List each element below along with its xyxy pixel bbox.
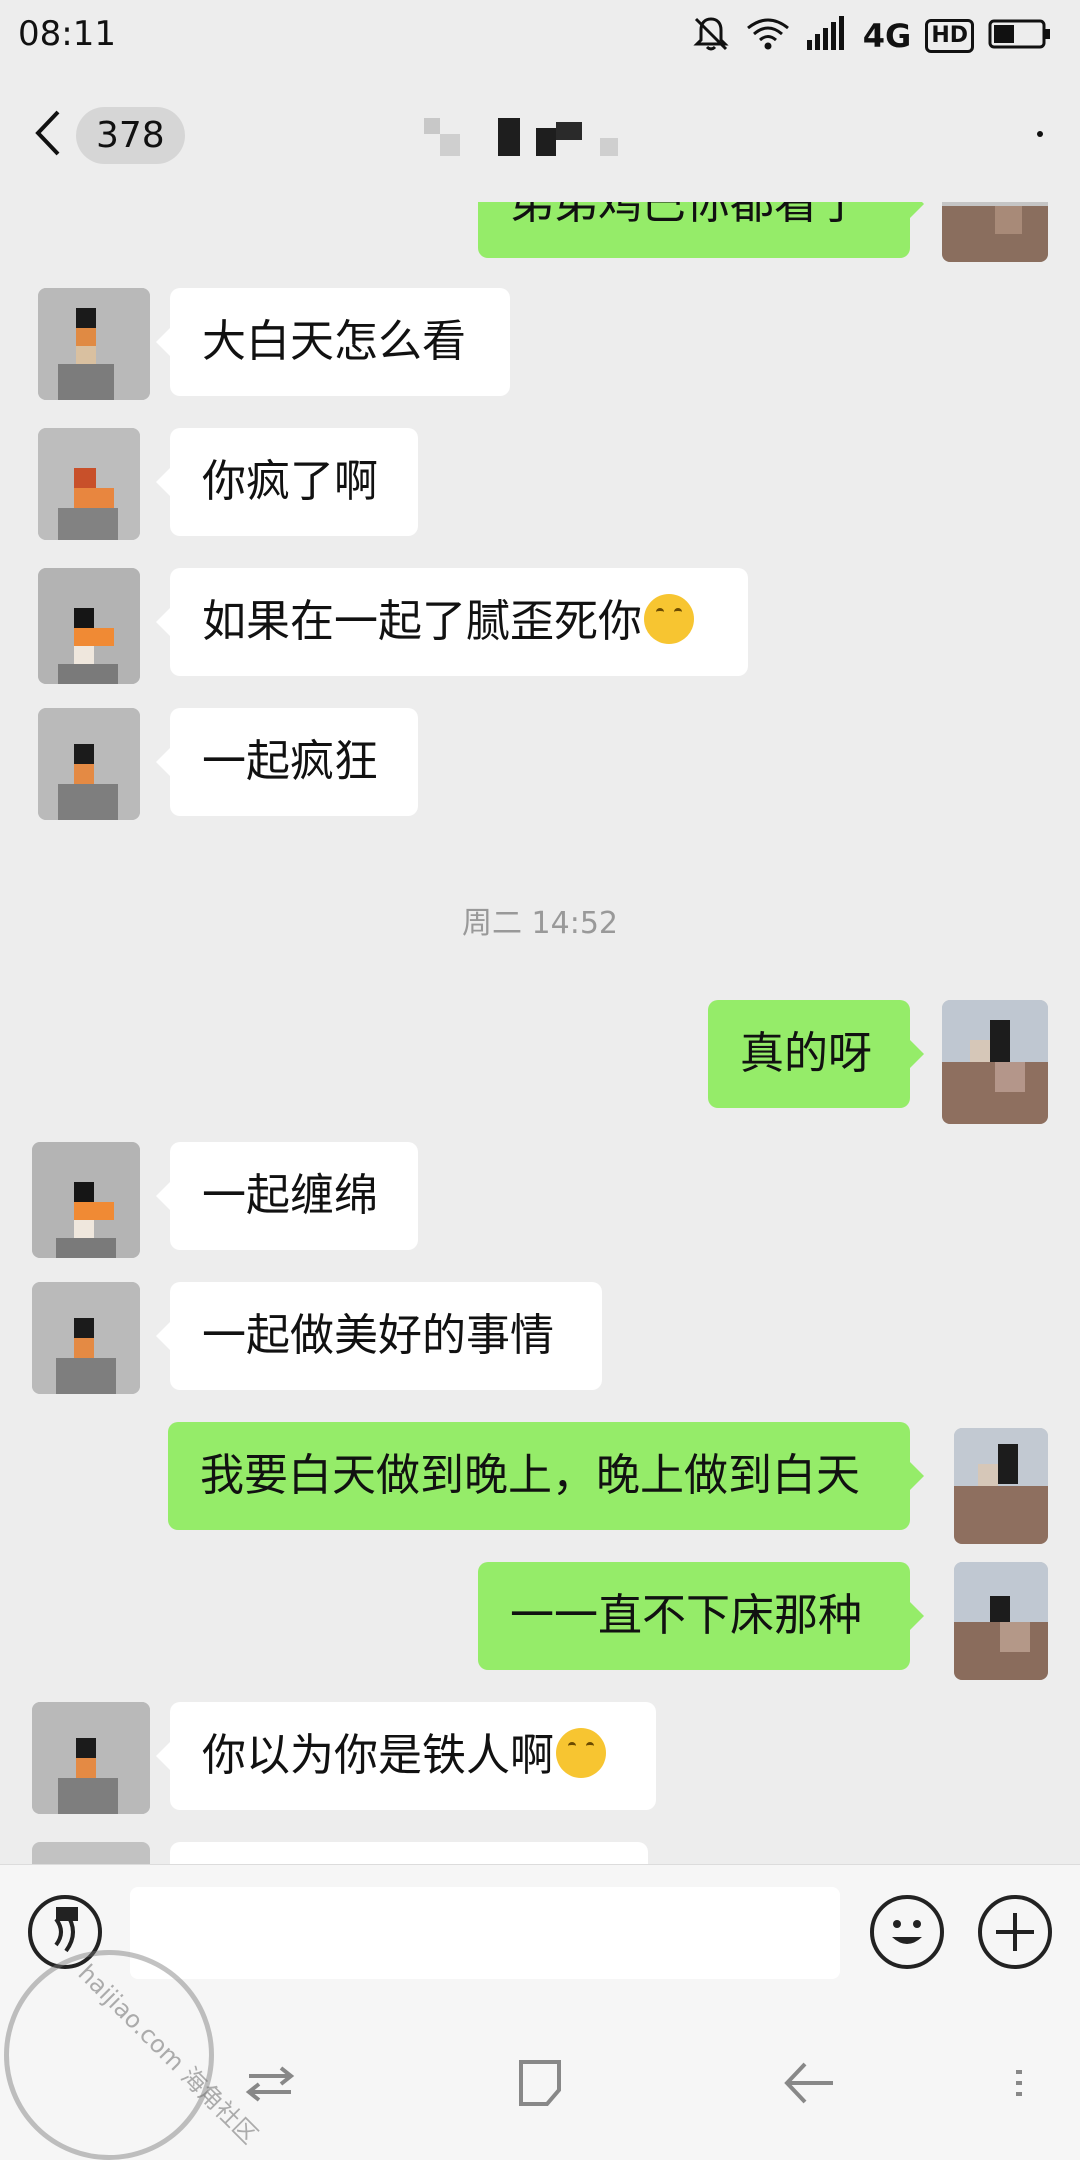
message-text: 如果在一起了腻歪死你 bbox=[202, 596, 642, 647]
message-bubble[interactable]: 一起缠绵 bbox=[156, 1142, 418, 1250]
more-button[interactable] bbox=[990, 112, 1050, 162]
chat-header: 378 bbox=[0, 72, 1080, 202]
message-bubble[interactable]: 一起疯狂 bbox=[156, 708, 418, 816]
emoji-button[interactable] bbox=[870, 1895, 944, 1969]
status-bar: 08:11 4G HD bbox=[0, 0, 1080, 72]
avatar[interactable] bbox=[942, 1000, 1048, 1124]
plus-button[interactable] bbox=[978, 1895, 1052, 1969]
hd-badge: HD bbox=[925, 19, 974, 53]
thinking-face-icon bbox=[644, 594, 694, 644]
home-square-icon bbox=[505, 2060, 575, 2122]
wifi-icon bbox=[745, 14, 791, 58]
avatar[interactable] bbox=[38, 708, 140, 820]
avatar[interactable] bbox=[942, 202, 1048, 262]
message-bubble[interactable]: 大白天怎么看 bbox=[156, 288, 510, 396]
avatar[interactable] bbox=[954, 1428, 1048, 1544]
status-icons: 4G HD bbox=[691, 12, 1052, 60]
battery-icon bbox=[988, 17, 1052, 55]
voice-button[interactable] bbox=[28, 1895, 102, 1969]
signal-icon bbox=[805, 14, 849, 58]
message-input[interactable] bbox=[130, 1887, 840, 1979]
avatar[interactable] bbox=[32, 1282, 140, 1394]
back-nav-button[interactable] bbox=[775, 2048, 845, 2118]
menu-button[interactable] bbox=[1000, 2048, 1070, 2118]
message-bubble[interactable]: 我要白天做到晚上，晚上做到白天 bbox=[168, 1422, 924, 1530]
emoji-icon bbox=[874, 1920, 940, 1969]
home-button[interactable] bbox=[505, 2048, 575, 2118]
chevron-left-icon bbox=[30, 108, 64, 162]
back-arrow-icon bbox=[775, 2062, 845, 2122]
voice-icon bbox=[32, 1907, 98, 1969]
message-bubble[interactable]: 弟弟鸡巴你都看了 bbox=[478, 202, 924, 258]
menu-icon bbox=[1000, 2070, 1040, 2122]
status-time: 08:11 bbox=[18, 14, 116, 54]
back-button[interactable]: 378 bbox=[30, 102, 185, 168]
switch-icon bbox=[235, 2066, 305, 2122]
message-timestamp: 周二 14:52 bbox=[462, 906, 618, 941]
message-list[interactable]: 弟弟鸡巴你都看了 大白天怎么看 你疯了啊 如果在一起了腻歪死你 一起疯狂 周二 … bbox=[0, 202, 1080, 1864]
switch-button[interactable] bbox=[235, 2048, 305, 2118]
thinking-face-icon bbox=[556, 1728, 606, 1778]
message-text: 你以为你是铁人啊 bbox=[202, 1730, 554, 1781]
plus-icon bbox=[982, 1913, 1048, 1969]
avatar[interactable] bbox=[954, 1562, 1048, 1680]
message-bubble[interactable]: 你以为你是铁人啊 bbox=[156, 1702, 656, 1810]
message-bubble[interactable]: 一起做美好的事情 bbox=[156, 1282, 602, 1390]
network-type: 4G bbox=[862, 17, 912, 55]
message-bubble[interactable]: 真的呀 bbox=[708, 1000, 924, 1108]
avatar[interactable] bbox=[32, 1842, 150, 1864]
message-bubble[interactable]: 如果在一起了腻歪死你 bbox=[156, 568, 748, 676]
chat-title-redacted bbox=[400, 110, 640, 166]
message-bubble[interactable]: 你疯了啊 bbox=[156, 428, 418, 536]
avatar[interactable] bbox=[38, 288, 150, 400]
avatar[interactable] bbox=[38, 428, 140, 540]
notifications-off-icon bbox=[691, 14, 731, 58]
message-bubble[interactable]: 一一直不下床那种 bbox=[478, 1562, 924, 1670]
avatar[interactable] bbox=[32, 1142, 140, 1258]
more-icon bbox=[990, 131, 1050, 166]
navigation-bar bbox=[0, 2000, 1080, 2160]
avatar[interactable] bbox=[32, 1702, 150, 1814]
input-bar bbox=[0, 1864, 1080, 2000]
unread-count-badge: 378 bbox=[76, 106, 185, 164]
avatar[interactable] bbox=[38, 568, 140, 684]
message-bubble-partial[interactable] bbox=[170, 1842, 648, 1864]
